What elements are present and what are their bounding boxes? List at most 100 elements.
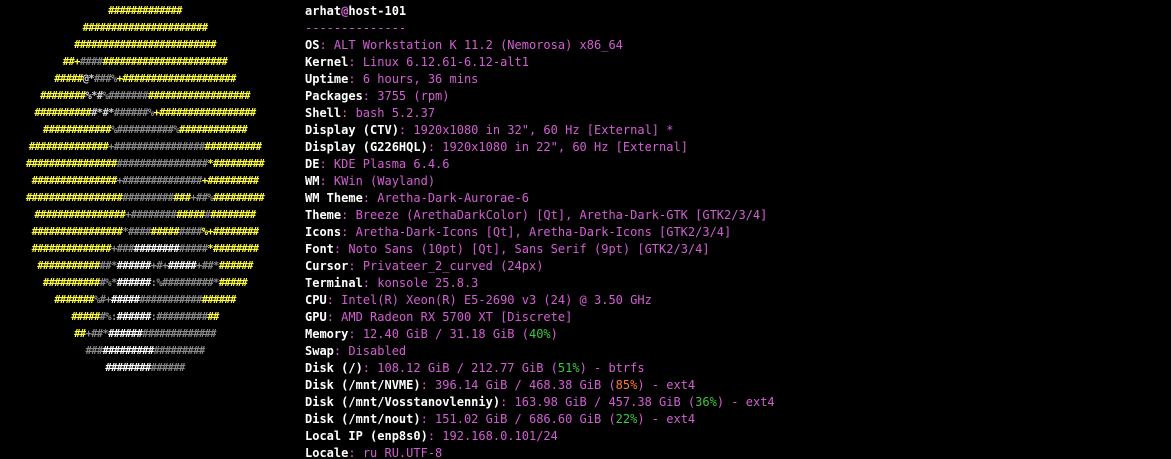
info-value: Aretha-Dark-Aurorae-6 [377, 191, 529, 205]
key-colon: : [362, 191, 378, 205]
key-colon: : [348, 72, 363, 86]
info-row: WM Theme: Aretha-Dark-Aurorae-6 [305, 190, 529, 207]
info-key: Terminal [305, 276, 363, 290]
logo-segment: ### [85, 345, 103, 357]
info-key: Shell [305, 106, 342, 120]
logo-segment: %####### [102, 90, 148, 102]
info-row: Icons: Aretha-Dark-Icons [Qt], Aretha-Da… [305, 224, 731, 241]
key-colon: : [500, 395, 515, 409]
info-key: WM Theme [305, 191, 363, 205]
logo-line: ###################### [0, 20, 290, 36]
logo-segment: +### [110, 243, 134, 255]
info-row: Packages: 3755 (rpm) [305, 88, 450, 105]
logo-segment: ###* [196, 277, 219, 289]
usage-percent: 85% [615, 378, 638, 392]
logo-line: ###########%*######:%#########*##### [0, 275, 290, 291]
info-row: Font: Noto Sans (10pt) [Qt], Sans Serif … [305, 241, 710, 258]
key-colon: : [333, 242, 349, 256]
logo-segment: #*#* [91, 107, 114, 119]
info-row: WM: KWin (Wayland) [305, 173, 435, 190]
logo-segment: +######## [125, 209, 177, 221]
logo-segment: ########## [204, 141, 262, 153]
logo-segment: ##### [54, 73, 83, 85]
logo-line: #######%#+###################### [0, 292, 290, 308]
info-value: 163.98 GiB / 457.38 GiB ( [514, 395, 696, 409]
logo-segment: ######## [210, 209, 256, 221]
logo-segment: +################# [153, 107, 257, 119]
logo-line: ##############+################*######## [0, 241, 290, 257]
info-key: Memory [305, 327, 349, 341]
logo-line: ################################*#######… [0, 156, 290, 172]
logo-segment: ###### [108, 328, 143, 340]
logo-segment: ##+ [62, 56, 81, 68]
key-colon: : [341, 106, 356, 120]
info-key: CPU [305, 293, 327, 307]
logo-segment: +######### [201, 175, 259, 187]
info-value-suffix: ) - ext4 [637, 378, 696, 392]
info-key: GPU [305, 310, 327, 324]
logo-line: ###########*#*######%+################# [0, 105, 290, 121]
logo-segment: ################ [34, 209, 126, 221]
info-value: 12.40 GiB / 31.18 GiB ( [362, 327, 529, 341]
info-row: GPU: AMD Radeon RX 5700 XT [Discrete] [305, 309, 572, 326]
key-colon: : [341, 225, 356, 239]
info-key: Locale [305, 446, 349, 459]
logo-segment: ########## [42, 277, 100, 289]
logo-segment: ############## [31, 243, 112, 255]
terminal-window[interactable]: ############# ###################### #####… [0, 0, 1171, 459]
info-row: CPU: Intel(R) Xeon(R) E5-2690 v3 (24) @ … [305, 292, 652, 309]
info-row: Swap: Disabled [305, 343, 406, 360]
logo-segment: ##### [167, 260, 197, 272]
logo-segment: ###################### [82, 22, 208, 34]
info-key: Icons [305, 225, 342, 239]
info-value-suffix: ) [550, 327, 558, 341]
logo-segment: ##### [150, 226, 180, 238]
info-value: 1920x1080 in 32", 60 Hz [External] * [413, 123, 674, 137]
logo-segment: ############ [179, 124, 248, 136]
key-colon: : [398, 123, 414, 137]
logo-line: #####@*###%+#################### [0, 71, 290, 87]
info-key: Display (G226HQL) [305, 140, 428, 154]
key-colon: : [348, 55, 363, 69]
info-key: Packages [305, 89, 363, 103]
logo-segment: ###### [218, 260, 254, 272]
logo-segment: ######## [105, 362, 151, 374]
info-value: Noto Sans (10pt) [Qt], Sans Serif (9pt) … [348, 242, 710, 256]
logo-segment: ######% [113, 107, 154, 119]
info-row: Cursor: Privateer_2_curved (24px) [305, 258, 543, 275]
logo-segment: +##* [85, 328, 109, 340]
logo-line: ###############+##############+######### [0, 173, 290, 189]
key-colon: : [362, 276, 378, 290]
info-key: Local IP (enp8s0) [305, 429, 428, 443]
info-row: OS: ALT Workstation K 11.2 (Nemorosa) x8… [305, 37, 623, 54]
logo-segment: :%###### [150, 277, 197, 289]
info-value-suffix: ) - ext4 [637, 412, 696, 426]
info-value: Disabled [348, 344, 407, 358]
logo-line: ################+###################### [0, 207, 290, 223]
key-colon: : [348, 259, 363, 273]
info-value: ALT Workstation K 11.2 (Nemorosa) x86_64 [333, 38, 623, 52]
logo-segment: ######### [153, 345, 206, 357]
key-colon: : [333, 344, 349, 358]
info-value: 3755 (rpm) [377, 89, 450, 103]
key-colon: : [348, 327, 363, 341]
distro-ascii-logo: ############# ###################### #####… [0, 3, 290, 383]
info-row: Kernel: Linux 6.12.61-6.12-alt1 [305, 54, 529, 71]
info-row: Disk (/): 108.12 GiB / 212.77 GiB (51%) … [305, 360, 645, 377]
logo-segment: ###### [116, 277, 152, 289]
info-value: 192.168.0.101/24 [442, 429, 558, 443]
logo-segment: ######### [122, 192, 174, 204]
logo-segment: +#################### [116, 73, 237, 85]
key-colon: : [326, 310, 342, 324]
info-value: 396.14 GiB / 468.38 GiB ( [435, 378, 616, 392]
logo-segment: #### [79, 56, 103, 68]
info-row: Locale: ru_RU.UTF-8 [305, 445, 442, 459]
info-key: Theme [305, 208, 342, 222]
info-key: Swap [305, 344, 334, 358]
info-value: 151.02 GiB / 686.60 GiB ( [435, 412, 616, 426]
info-key: Disk (/mnt/Vosstanovlenniy) [305, 395, 501, 409]
logo-segment: ########### [37, 260, 100, 272]
info-row: DE: KDE Plasma 6.4.6 [305, 156, 450, 173]
logo-line: #############################+##%#######… [0, 190, 290, 206]
logo-segment: ##### [179, 243, 208, 255]
